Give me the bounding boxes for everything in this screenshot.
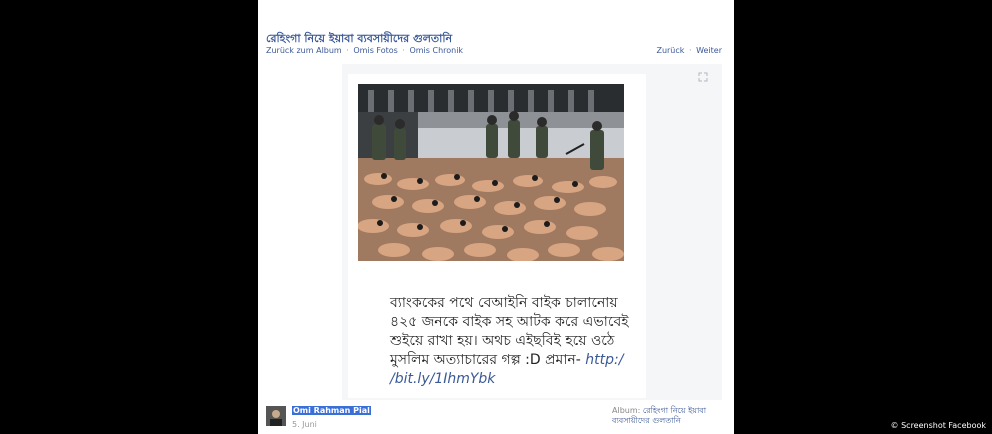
post-footer: Omi Rahman Pial 5. Juni Album: রেহিংগা ন… <box>266 404 726 434</box>
breadcrumb: Zurück zum Album · Omis Fotos · Omis Chr… <box>266 46 463 55</box>
post-photo[interactable] <box>358 84 624 261</box>
pager-separator: · <box>688 46 692 55</box>
caption-url-link[interactable]: http:/ <box>585 352 623 368</box>
photo-stage: ব্যাংককের পথে বেআইনি বাইক চালানোয় ৪২৫ জ… <box>342 64 722 400</box>
post-date[interactable]: 5. Juni <box>292 420 317 429</box>
photos-link[interactable]: Omis Fotos <box>353 46 397 55</box>
previous-photo-link[interactable]: Zurück <box>656 46 684 55</box>
facebook-photo-page: রেহিংগা নিয়ে ইয়াবা ব্যবসায়ীদের গুলতান… <box>258 0 734 434</box>
timeline-link[interactable]: Omis Chronik <box>409 46 463 55</box>
album-label: Album: <box>612 406 641 415</box>
author-name[interactable]: Omi Rahman Pial <box>292 406 371 415</box>
avatar[interactable] <box>266 406 286 426</box>
photo-pager: Zurück · Weiter <box>650 46 722 55</box>
photo-card: ব্যাংককের পথে বেআইনি বাইক চালানোয় ৪২৫ জ… <box>348 74 646 398</box>
screenshot-credit: © Screenshot Facebook <box>890 421 986 430</box>
breadcrumb-separator: · <box>402 46 405 55</box>
photo-caption: ব্যাংককের পথে বেআইনি বাইক চালানোয় ৪২৫ জ… <box>390 294 640 389</box>
next-photo-link[interactable]: Weiter <box>696 46 722 55</box>
caption-text: মুসলিম অত্যাচারের গল্প :D প্রমান- <box>390 352 581 368</box>
breadcrumb-separator: · <box>346 46 349 55</box>
album-info: Album: রেহিংগা নিয়ে ইয়াবা ব্যবসায়ীদের… <box>612 406 722 426</box>
caption-line: মুসলিম অত্যাচারের গল্প :D প্রমান- http:/ <box>390 351 640 370</box>
caption-url-link[interactable]: /bit.ly/1IhmYbk <box>390 371 495 387</box>
caption-line: শুইয়ে রাখা হয়। অথচ এইছবিই হয়ে ওঠে <box>390 333 615 349</box>
back-to-album-link[interactable]: Zurück zum Album <box>266 46 342 55</box>
caption-line: ব্যাংককের পথে বেআইনি বাইক চালানোয় <box>390 295 618 311</box>
expand-icon[interactable] <box>698 72 708 82</box>
caption-line: ৪২৫ জনকে বাইক সহ আটক করে এভাবেই <box>390 314 629 330</box>
caption-line: /bit.ly/1IhmYbk <box>390 370 640 389</box>
